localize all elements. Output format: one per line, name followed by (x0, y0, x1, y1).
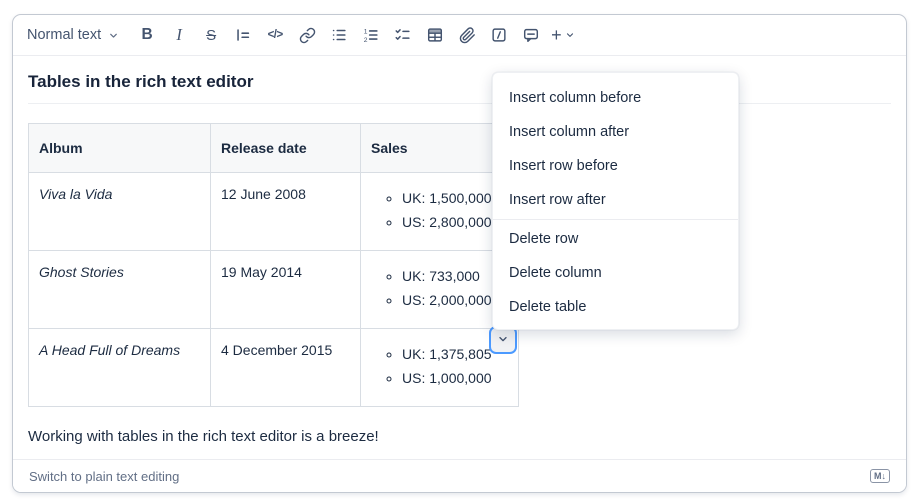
sales-list: UK: 733,000 US: 2,000,000 (371, 264, 508, 312)
ordered-list-button[interactable]: 12 (359, 22, 383, 48)
table-row: A Head Full of Dreams 4 December 2015 UK… (29, 329, 519, 407)
switch-plain-text-link[interactable]: Switch to plain text editing (29, 469, 179, 484)
table-row: Viva la Vida 12 June 2008 UK: 1,500,000 … (29, 173, 519, 251)
italic-icon: I (176, 25, 182, 45)
body-paragraph[interactable]: Working with tables in the rich text edi… (28, 428, 891, 445)
table-cell-options-button[interactable] (489, 326, 517, 354)
sales-list: UK: 1,375,805 US: 1,000,000 (371, 342, 508, 390)
quote-icon (234, 26, 252, 44)
strikethrough-icon: S (206, 27, 216, 44)
svg-text:1: 1 (364, 28, 368, 35)
text-style-dropdown[interactable]: Normal text (27, 27, 119, 43)
task-list-button[interactable] (391, 22, 415, 48)
rich-text-editor: Normal text B I S </> (12, 14, 907, 493)
chevron-down-icon (497, 333, 509, 348)
code-icon: </> (268, 29, 283, 41)
link-button[interactable] (295, 22, 319, 48)
ordered-list-icon: 12 (362, 26, 380, 44)
menu-item-insert-row-before[interactable]: Insert row before (493, 149, 738, 183)
cell-album[interactable]: A Head Full of Dreams (29, 329, 211, 407)
header-cell-album[interactable]: Album (29, 124, 211, 173)
attachment-button[interactable] (455, 22, 479, 48)
header-cell-release-date[interactable]: Release date (211, 124, 361, 173)
cell-album[interactable]: Viva la Vida (29, 173, 211, 251)
menu-item-insert-row-after[interactable]: Insert row after (493, 183, 738, 217)
cell-album[interactable]: Ghost Stories (29, 251, 211, 329)
link-icon (299, 27, 316, 44)
bold-button[interactable]: B (135, 22, 159, 48)
task-list-icon (394, 26, 412, 44)
page: Normal text B I S </> (0, 0, 919, 503)
table-header-row: Album Release date Sales (29, 124, 519, 173)
comment-icon (522, 26, 540, 44)
menu-item-delete-table[interactable]: Delete table (493, 290, 738, 324)
albums-table: Album Release date Sales Viva la Vida 12… (28, 123, 519, 407)
text-style-label: Normal text (27, 27, 101, 43)
insert-more-button[interactable]: + (551, 22, 575, 48)
page-title[interactable]: Tables in the rich text editor (28, 56, 891, 104)
bullet-list-button[interactable] (327, 22, 351, 48)
menu-item-insert-column-after[interactable]: Insert column after (493, 115, 738, 149)
menu-item-insert-column-before[interactable]: Insert column before (493, 81, 738, 115)
sales-list: UK: 1,500,000 US: 2,800,000 (371, 186, 508, 234)
attachment-icon (459, 27, 476, 44)
table-icon (426, 26, 444, 44)
svg-text:2: 2 (364, 37, 368, 44)
bullet-list-icon (330, 26, 348, 44)
markdown-badge: M↓ (870, 469, 890, 483)
quote-button[interactable] (231, 22, 255, 48)
slash-command-icon (490, 26, 508, 44)
table-button[interactable] (423, 22, 447, 48)
comment-button[interactable] (519, 22, 543, 48)
plus-icon: + (551, 26, 562, 44)
chevron-down-icon (565, 30, 575, 40)
table-row: Ghost Stories 19 May 2014 UK: 733,000 US… (29, 251, 519, 329)
cell-release-date[interactable]: 4 December 2015 (211, 329, 361, 407)
table-options-menu: Insert column before Insert column after… (492, 72, 739, 330)
code-button[interactable]: </> (263, 22, 287, 48)
slash-command-button[interactable] (487, 22, 511, 48)
menu-item-delete-column[interactable]: Delete column (493, 256, 738, 290)
menu-divider (493, 219, 738, 220)
sales-item: US: 1,000,000 (402, 366, 508, 390)
italic-button[interactable]: I (167, 22, 191, 48)
editor-footer: Switch to plain text editing M↓ (13, 459, 906, 492)
menu-item-delete-row[interactable]: Delete row (493, 222, 738, 256)
bold-icon: B (142, 26, 153, 44)
strikethrough-button[interactable]: S (199, 22, 223, 48)
editor-toolbar: Normal text B I S </> (13, 15, 906, 56)
chevron-down-icon (108, 30, 119, 41)
cell-release-date[interactable]: 19 May 2014 (211, 251, 361, 329)
editor-content-area[interactable]: Tables in the rich text editor Album Rel… (13, 56, 906, 445)
cell-release-date[interactable]: 12 June 2008 (211, 173, 361, 251)
